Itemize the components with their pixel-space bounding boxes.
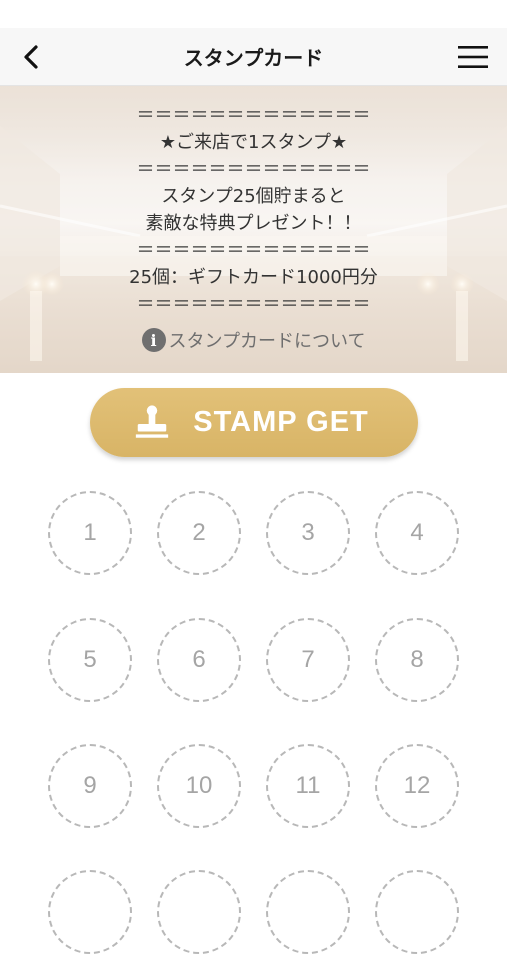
stamp-slot: 11	[266, 744, 350, 828]
top-navigation-bar: スタンプカード	[0, 28, 507, 86]
menu-button[interactable]	[453, 39, 493, 75]
stamp-slot	[375, 870, 459, 954]
about-stamp-card-link[interactable]: i スタンプカードについて	[0, 327, 507, 353]
separator-line: ＝＝＝＝＝＝＝＝＝＝＝＝＝	[136, 105, 371, 126]
status-bar-area	[0, 0, 507, 28]
stamp-slot: 12	[375, 744, 459, 828]
stamp-slot	[157, 870, 241, 954]
stamp-slot: 9	[48, 744, 132, 828]
reward-message: 素敵な特典プレゼント！！	[145, 213, 362, 234]
stamp-slot: 10	[157, 744, 241, 828]
stamp-card-banner: ＝＝＝＝＝＝＝＝＝＝＝＝＝ ★ご来店で1スタンプ★ ＝＝＝＝＝＝＝＝＝＝＝＝＝ …	[0, 86, 507, 373]
about-stamp-card-label: スタンプカードについて	[168, 331, 366, 352]
rule-headline: ★ご来店で1スタンプ★	[159, 132, 348, 153]
reward-detail: 25個：ギフトカード1000円分	[129, 267, 378, 288]
stamp-slot	[266, 870, 350, 954]
hamburger-menu-icon	[458, 46, 488, 68]
stamp-slot: 8	[375, 618, 459, 702]
stamp-slot: 7	[266, 618, 350, 702]
separator-line: ＝＝＝＝＝＝＝＝＝＝＝＝＝	[136, 294, 371, 315]
stamp-icon	[136, 404, 169, 438]
stamp-slot	[48, 870, 132, 954]
info-icon: i	[141, 328, 166, 352]
stamp-get-button[interactable]: STAMP GET	[90, 388, 418, 457]
stamp-slot: 1	[48, 491, 132, 575]
stamp-slot: 4	[375, 491, 459, 575]
stamp-slot: 6	[157, 618, 241, 702]
separator-line: ＝＝＝＝＝＝＝＝＝＝＝＝＝	[136, 240, 371, 261]
stamp-card-description: ＝＝＝＝＝＝＝＝＝＝＝＝＝ ★ご来店で1スタンプ★ ＝＝＝＝＝＝＝＝＝＝＝＝＝ …	[0, 102, 507, 318]
stamp-slot: 3	[266, 491, 350, 575]
reward-condition: スタンプ25個貯まると	[161, 186, 346, 207]
stamp-get-label: STAMP GET	[193, 406, 369, 438]
stamp-slot: 5	[48, 618, 132, 702]
page-title: スタンプカード	[183, 46, 324, 70]
separator-line: ＝＝＝＝＝＝＝＝＝＝＝＝＝	[136, 159, 371, 180]
stamp-slot: 2	[157, 491, 241, 575]
